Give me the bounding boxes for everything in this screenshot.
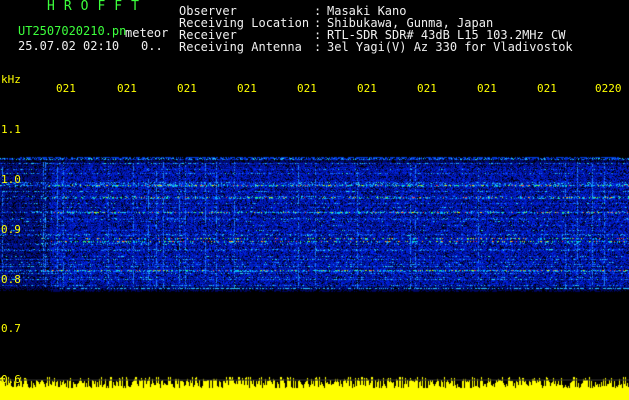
antenna-colon: : [314,40,322,54]
time-tick: 021 [237,82,257,95]
time-tick: 021 [357,82,377,95]
time-tick: 021 [417,82,437,95]
time-tick: 021 [477,82,497,95]
datetime: 25.07.02 02:10 [18,39,120,53]
freq-tick-1-1: 1.1 [1,123,21,136]
hrofft-screen: HROFFT UT2507020210.pn meteor 25.07.02 0… [0,0,629,400]
app-logo: HROFFT [47,0,148,14]
freq-unit-label: kHz [1,73,21,86]
extra-value: 0.. [141,39,163,53]
time-tick: 021 [117,82,137,95]
freq-tick-0-9: 0.9 [1,223,21,236]
time-tick: 021 [537,82,557,95]
antenna-label: Receiving Antenna [179,40,302,54]
freq-tick-0-7: 0.7 [1,322,21,335]
time-tick: 021 [297,82,317,95]
mode-label: meteor [125,26,169,40]
freq-tick-0-6: 0.6 [1,373,21,386]
antenna-value: 3el Yagi(V) Az 330 for Vladivostok [327,40,573,54]
time-tick: 0220 [595,82,622,95]
time-tick: 021 [177,82,197,95]
freq-tick-1-0: 1.0 [1,173,21,186]
spectrogram-overlay [0,379,629,381]
spectrogram [0,100,629,400]
file-name: UT2507020210.pn [18,24,127,38]
freq-tick-0-8: 0.8 [1,273,21,286]
time-tick: 021 [56,82,76,95]
